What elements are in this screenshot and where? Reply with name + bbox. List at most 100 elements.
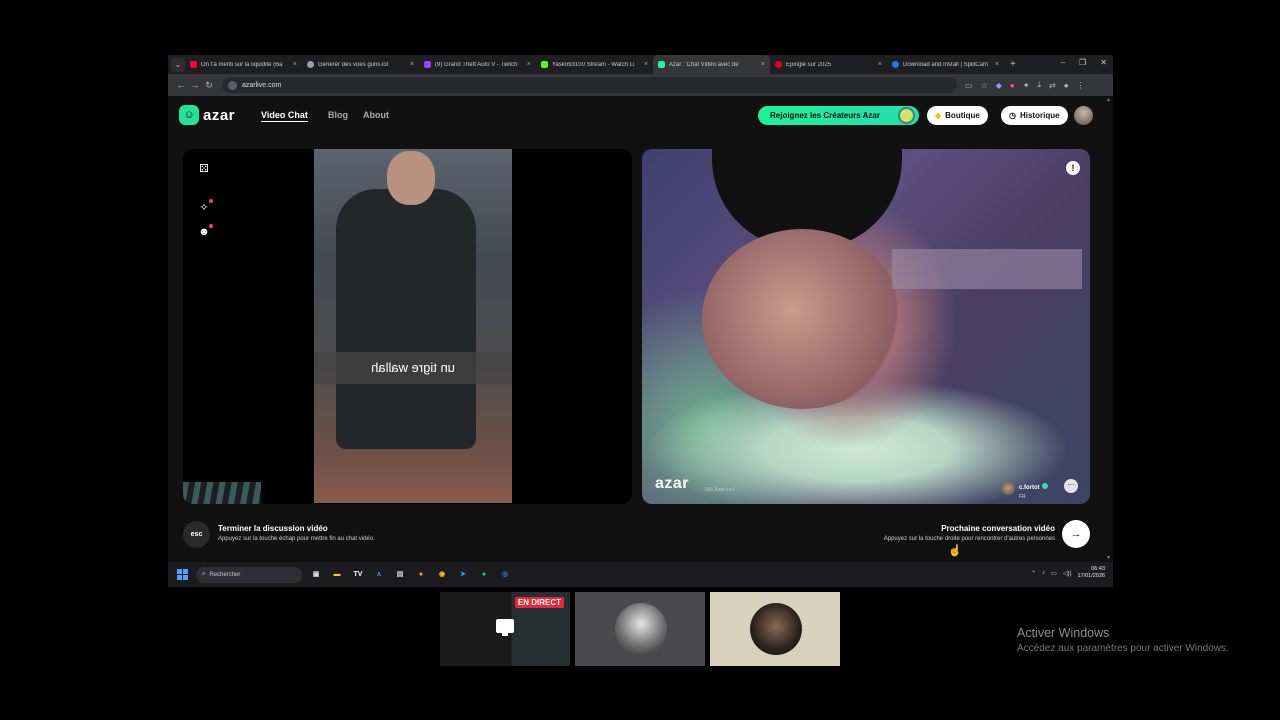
- tab-close-icon[interactable]: ×: [761, 61, 765, 68]
- tab-close-icon[interactable]: ×: [995, 61, 999, 68]
- volume-icon[interactable]: ◁)): [1063, 570, 1072, 577]
- nav-blog[interactable]: Blog: [328, 110, 348, 120]
- bookmark-star-icon[interactable]: ☆: [981, 81, 988, 90]
- extension-record-icon[interactable]: ●: [1010, 81, 1015, 90]
- address-bar-row: ← → ↻ azarlive.com ▭ ☆ ◆ ● ✦ ⤓ ⇄ ● ⋮: [168, 74, 1113, 96]
- next-chat-title: Prochaine conversation vidéo: [941, 524, 1055, 533]
- download-icon[interactable]: ⤓: [1037, 80, 1041, 90]
- restore-button[interactable]: ❐: [1079, 58, 1086, 67]
- dice-icon[interactable]: ⚄: [197, 162, 211, 175]
- windows-taskbar: ⌕ Rechercher ▣ ▬ TV ʌ ▤ ● ◉ ➤ ● ◎ ⌃ ♪ ▭ …: [168, 562, 1113, 587]
- forward-arrow-icon[interactable]: →: [188, 80, 202, 90]
- spotify-icon[interactable]: ●: [477, 568, 491, 582]
- end-chat-esc-button[interactable]: esc: [183, 521, 210, 548]
- app-ring-icon[interactable]: ◎: [498, 568, 512, 582]
- shop-button[interactable]: ◆ Boutique: [927, 106, 988, 125]
- next-chat-button[interactable]: →: [1062, 520, 1090, 548]
- magic-wand-icon[interactable]: ✧: [197, 199, 213, 214]
- scrollbar-down-arrow-icon[interactable]: ▼: [1106, 555, 1111, 561]
- browser-tab-active[interactable]: Azar : Chat Vidéo avec de ×: [653, 55, 770, 74]
- user-avatar[interactable]: [1074, 106, 1093, 125]
- screen-share-icon: [496, 619, 514, 636]
- reload-icon[interactable]: ↻: [202, 80, 216, 91]
- twitch-icon: [424, 61, 431, 68]
- gem-icon: ◆: [935, 111, 942, 120]
- taskbar-search-box[interactable]: ⌕ Rechercher: [196, 566, 302, 583]
- peer-face: [702, 229, 902, 409]
- tradingview-icon[interactable]: TV: [351, 568, 365, 582]
- translate-icon[interactable]: ⇄: [1049, 81, 1056, 90]
- own-video-panel: un tigre wallah ⚄ ✧ ☻: [183, 149, 632, 504]
- browser-tab[interactable]: Générer des vues guns.lol ×: [302, 55, 419, 74]
- participant-tile[interactable]: [710, 592, 840, 666]
- end-chat-title: Terminer la discussion vidéo: [218, 524, 328, 533]
- report-shield-icon[interactable]: !: [1066, 161, 1080, 175]
- sticker-icon[interactable]: ☻: [197, 224, 213, 238]
- tab-close-icon[interactable]: ×: [527, 61, 531, 68]
- nav-about[interactable]: About: [363, 110, 389, 120]
- tab-close-icon[interactable]: ×: [293, 61, 297, 68]
- file-explorer-icon[interactable]: ▬: [330, 568, 344, 582]
- task-view-icon[interactable]: ▣: [309, 568, 323, 582]
- azar-page: ☺ azar Video Chat Blog About Rejoignez l…: [168, 96, 1113, 562]
- extensions-puzzle-icon[interactable]: ✦: [1023, 81, 1030, 90]
- url-field[interactable]: azarlive.com: [222, 77, 957, 93]
- microphone-icon[interactable]: ♪: [1042, 570, 1045, 576]
- history-button[interactable]: ◷ Historique: [1001, 106, 1068, 125]
- tab-close-icon[interactable]: ×: [878, 61, 882, 68]
- telegram-icon[interactable]: ➤: [456, 568, 470, 582]
- minimize-button[interactable]: –: [1061, 58, 1065, 67]
- more-options-button[interactable]: ···: [1064, 479, 1078, 493]
- person-head: [387, 151, 435, 205]
- azar-logo-text: azar: [203, 106, 236, 124]
- profile-icon[interactable]: ●: [1064, 81, 1069, 90]
- peer-video-panel: ! azar 001 Azar s.r.l c.fortot FR ···: [642, 149, 1090, 504]
- close-window-button[interactable]: ✕: [1100, 58, 1107, 67]
- microsoft-store-icon[interactable]: ▤: [393, 568, 407, 582]
- network-icon[interactable]: ▭: [1051, 570, 1057, 577]
- browser-tab[interactable]: Download and Install | SplitCam ×: [887, 55, 1004, 74]
- clock-icon: ◷: [1009, 111, 1016, 120]
- live-badge: EN DIRECT: [514, 597, 564, 608]
- peer-info[interactable]: c.fortot FR: [1001, 476, 1048, 500]
- peer-name: c.fortot: [1019, 485, 1040, 491]
- peer-avatar: [1001, 481, 1015, 495]
- clock-time: 06:43: [1091, 566, 1105, 572]
- chrome-icon[interactable]: ◉: [435, 568, 449, 582]
- app-orange-icon[interactable]: ●: [414, 568, 428, 582]
- shared-screen: ⌄ On t'a menti sur la liquidité (Ba × Gé…: [168, 55, 1113, 587]
- extension-icon[interactable]: ◆: [996, 81, 1002, 90]
- browser-tab[interactable]: On t'a menti sur la liquidité (Ba ×: [185, 55, 302, 74]
- menu-kebab-icon[interactable]: ⋮: [1077, 81, 1085, 90]
- verified-icon: [1041, 483, 1048, 489]
- browser-tab[interactable]: Yasko93100 Stream - Watch Li ×: [536, 55, 653, 74]
- site-info-icon[interactable]: [228, 80, 237, 90]
- kick-icon: [541, 61, 548, 68]
- browser-tab[interactable]: (9) Grand Theft Auto V - Twitch ×: [419, 55, 536, 74]
- tray-chevron-icon[interactable]: ⌃: [1031, 570, 1036, 577]
- clock-date: 17/01/2026: [1077, 573, 1105, 579]
- activate-windows-title: Activer Windows: [1017, 626, 1110, 640]
- nav-video-chat[interactable]: Video Chat: [261, 110, 308, 122]
- participant-tile[interactable]: [575, 592, 705, 666]
- new-tab-button[interactable]: +: [1010, 59, 1016, 70]
- cast-icon[interactable]: ▭: [965, 81, 973, 90]
- scrollbar-up-arrow-icon[interactable]: ▲: [1106, 97, 1111, 103]
- tab-close-icon[interactable]: ×: [410, 61, 414, 68]
- back-arrow-icon[interactable]: ←: [174, 80, 188, 90]
- shop-label: Boutique: [945, 111, 980, 120]
- tab-close-icon[interactable]: ×: [644, 61, 648, 68]
- participant-tile-screenshare[interactable]: EN DIRECT: [440, 592, 570, 666]
- own-camera-feed: un tigre wallah: [314, 149, 512, 503]
- join-creators-button[interactable]: Rejoignez les Créateurs Azar: [758, 106, 919, 125]
- windows-start-icon[interactable]: [177, 569, 188, 580]
- browser-tab[interactable]: Épinglé sur 2025 ×: [770, 55, 887, 74]
- taskbar-search-placeholder: Rechercher: [209, 571, 241, 578]
- mini-preview: [183, 482, 261, 504]
- azar-logo[interactable]: ☺ azar: [179, 105, 235, 125]
- taskbar-clock[interactable]: 06:43 17/01/2026: [1077, 566, 1105, 580]
- camera-caption: un tigre wallah: [314, 352, 512, 384]
- app-blue-icon[interactable]: ʌ: [372, 568, 386, 582]
- tab-search-button[interactable]: ⌄: [171, 57, 185, 72]
- globe-icon: [307, 61, 314, 68]
